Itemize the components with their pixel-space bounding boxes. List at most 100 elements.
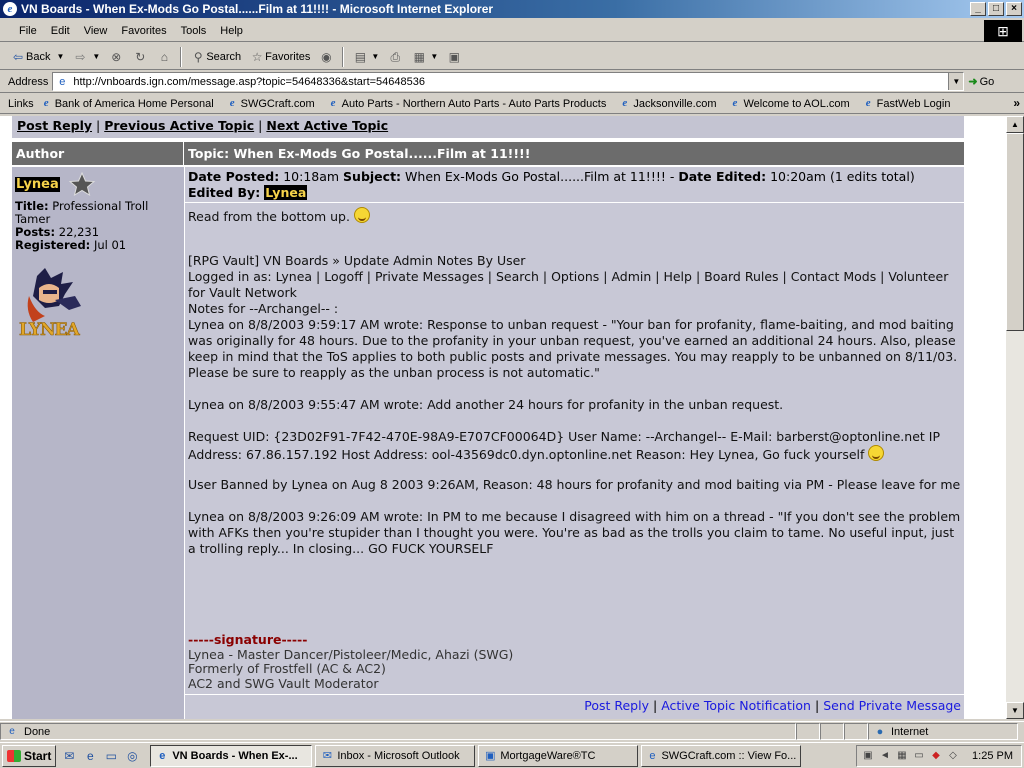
author-panel: Lynea Title: Professional Troll Tamer Po… xyxy=(12,167,184,719)
task-outlook[interactable]: ✉ Inbox - Microsoft Outlook xyxy=(315,744,476,767)
menu-tools[interactable]: Tools xyxy=(174,25,214,37)
back-dropdown-icon[interactable]: ▼ xyxy=(56,52,64,61)
start-button[interactable]: Start xyxy=(2,744,57,767)
search-icon: ⚲ xyxy=(193,49,203,64)
action-separator: | xyxy=(652,698,658,713)
menu-favorites[interactable]: Favorites xyxy=(114,25,173,37)
window-title: VN Boards - When Ex-Mods Go Postal......… xyxy=(21,2,494,16)
history-dropdown-icon[interactable]: ▼ xyxy=(371,52,379,61)
refresh-button[interactable]: ↻ xyxy=(128,46,152,68)
topic-navigation: Post Reply | Previous Active Topic | Next Ac… xyxy=(12,116,964,138)
link-swgcraft[interactable]: e SWGCraft.com xyxy=(226,97,315,110)
favorites-icon: ☆ xyxy=(251,49,263,64)
edited-by-label: Edited By: xyxy=(188,185,261,200)
task-vn-boards[interactable]: e VN Boards - When Ex-... xyxy=(150,744,313,767)
antivirus-shield-icon[interactable]: ◆ xyxy=(929,749,943,763)
menu-help[interactable]: Help xyxy=(213,25,250,37)
close-button[interactable]: × xyxy=(1006,2,1022,16)
print-icon: ⎙ xyxy=(390,49,401,64)
post-paragraph-1: [RPG Vault] VN Boards » Update Admin Not… xyxy=(188,253,958,380)
author-name[interactable]: Lynea xyxy=(15,176,60,192)
post-reply-link[interactable]: Post Reply xyxy=(17,118,92,133)
previous-topic-link[interactable]: Previous Active Topic xyxy=(104,118,254,133)
network-icon[interactable]: ▦ xyxy=(895,749,909,763)
scroll-thumb[interactable] xyxy=(1006,133,1024,331)
signature-line: AC2 and SWG Vault Moderator xyxy=(188,675,379,691)
link-bank-of-america[interactable]: e Bank of America Home Personal xyxy=(40,97,214,110)
scroll-up-button[interactable]: ▲ xyxy=(1006,116,1024,133)
history-button[interactable]: ▤ ▼ xyxy=(348,46,383,68)
posts-label: Posts: xyxy=(15,225,56,239)
links-bar: Links e Bank of America Home Personal e SW… xyxy=(0,94,1024,114)
edited-by[interactable]: Lynea xyxy=(264,185,308,200)
quicklaunch-app-icon[interactable]: ◎ xyxy=(124,748,140,764)
link-ie-icon: e xyxy=(622,97,628,109)
go-button[interactable]: ➜ Go xyxy=(968,75,994,89)
page-icon: e xyxy=(59,75,66,88)
link-jacksonville[interactable]: e Jacksonville.com xyxy=(618,97,716,110)
post-paragraph-4: User Banned by Lynea on Aug 8 2003 9:26A… xyxy=(188,477,961,492)
post-reply-bottom-link[interactable]: Post Reply xyxy=(584,698,649,713)
post-paragraph-2: Lynea on 8/8/2003 9:55:47 AM wrote: Add … xyxy=(188,397,784,412)
discuss-button[interactable]: ▣ xyxy=(442,46,466,68)
next-topic-link[interactable]: Next Active Topic xyxy=(266,118,388,133)
link-auto-parts[interactable]: e Auto Parts - Northern Auto Parts - Auto… xyxy=(327,97,607,110)
address-url: http://vnboards.ign.com/message.asp?topi… xyxy=(73,75,425,88)
tray-monitor-icon[interactable]: ▭ xyxy=(912,749,926,763)
address-dropdown-icon[interactable]: ▼ xyxy=(948,73,964,90)
menu-bar: File Edit View Favorites Tools Help xyxy=(0,20,1024,42)
print-button[interactable]: ⎙ xyxy=(383,46,407,68)
stop-button[interactable]: ⊗ xyxy=(104,46,128,68)
windows-flag-icon xyxy=(7,749,21,762)
task-mortgageware[interactable]: ▣ MortgageWare®TC xyxy=(478,744,639,767)
topic-notification-link[interactable]: Active Topic Notification xyxy=(661,698,811,713)
tray-app-icon[interactable]: ▣ xyxy=(861,749,875,763)
registered-label: Registered: xyxy=(15,238,91,252)
edit-dropdown-icon[interactable]: ▼ xyxy=(430,52,438,61)
link-ie-icon: e xyxy=(330,97,336,109)
maximize-button[interactable]: □ xyxy=(988,2,1004,16)
task-label: Inbox - Microsoft Outlook xyxy=(337,749,460,762)
home-button[interactable]: ⌂ xyxy=(152,46,176,68)
back-button[interactable]: ⇦ Back ▼ xyxy=(6,46,68,68)
subject: When Ex-Mods Go Postal......Film at 11!!… xyxy=(405,169,666,184)
minimize-button[interactable]: _ xyxy=(970,2,986,16)
tray-extra-icon[interactable]: ◇ xyxy=(946,749,960,763)
discuss-icon: ▣ xyxy=(448,49,460,64)
volume-icon[interactable]: ◄ xyxy=(878,749,892,763)
link-ie-icon: e xyxy=(43,97,49,109)
menu-edit[interactable]: Edit xyxy=(44,25,77,37)
address-input[interactable]: e http://vnboards.ign.com/message.asp?to… xyxy=(52,72,965,91)
scroll-down-button[interactable]: ▼ xyxy=(1006,702,1024,719)
forward-button[interactable]: ⇨ ▼ xyxy=(68,46,104,68)
links-overflow-icon[interactable]: » xyxy=(1013,96,1020,110)
edit-button[interactable]: ▦ ▼ xyxy=(407,46,442,68)
media-icon: ◉ xyxy=(321,49,332,64)
quicklaunch-desktop-icon[interactable]: ▭ xyxy=(103,748,119,764)
send-private-message-link[interactable]: Send Private Message xyxy=(823,698,961,713)
page-done-icon: e xyxy=(9,725,15,737)
link-fastweb[interactable]: e FastWeb Login xyxy=(862,97,951,110)
signature-line: Lynea - Master Dancer/Pistoleer/Medic, A… xyxy=(188,646,514,662)
forward-dropdown-icon[interactable]: ▼ xyxy=(92,52,100,61)
browser-window: e VN Boards - When Ex-Mods Go Postal....… xyxy=(0,0,1024,768)
link-aol[interactable]: e Welcome to AOL.com xyxy=(728,97,850,110)
task-swgcraft[interactable]: e SWGCraft.com :: View Fo... xyxy=(641,744,802,767)
back-arrow-icon: ⇦ xyxy=(12,49,24,64)
date-posted: 10:18am xyxy=(283,169,340,184)
search-button[interactable]: ⚲ Search xyxy=(186,46,245,68)
quicklaunch-ie-icon[interactable]: e xyxy=(82,748,98,764)
favorites-button[interactable]: ☆ Favorites xyxy=(245,46,314,68)
author-column-header: Author xyxy=(12,142,184,165)
signature-header: -----signature----- xyxy=(188,632,308,647)
quicklaunch-outlook-icon[interactable]: ✉ xyxy=(61,748,77,764)
media-button[interactable]: ◉ xyxy=(314,46,338,68)
subject-label: Subject: xyxy=(343,169,402,184)
menu-file[interactable]: File xyxy=(12,25,44,37)
vertical-scrollbar[interactable]: ▲ ▼ xyxy=(1006,116,1024,719)
link-text: FastWeb Login xyxy=(876,97,951,110)
smiley-icon xyxy=(868,445,885,461)
globe-icon: ● xyxy=(876,725,884,738)
back-label: Back xyxy=(26,50,51,63)
menu-view[interactable]: View xyxy=(77,25,115,37)
